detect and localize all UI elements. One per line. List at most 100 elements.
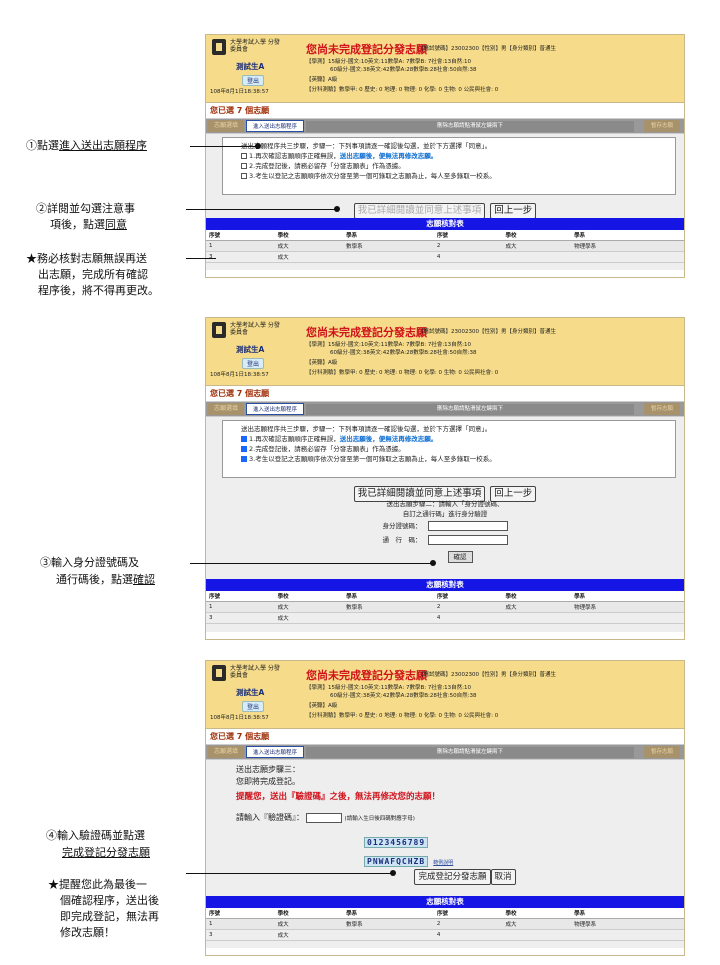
annotation-star: 即完成登記，無法再 <box>60 910 159 923</box>
col-header: 學校 <box>274 908 344 919</box>
table-cell: 成大 <box>274 601 344 613</box>
col-header: 學校 <box>274 230 344 241</box>
annotation-star: 修改志願！ <box>60 926 115 939</box>
table-row: 1 成大 數學系 2 成大 物理學系 <box>206 601 684 613</box>
table-cell <box>502 929 572 941</box>
tab-submit-process[interactable]: 進入送出志願程序 <box>246 120 304 132</box>
table-row: 3 成大 4 <box>206 251 684 263</box>
score-line: 【學測】15級分-國文:10英文:11數學A: 7數學B: 7社會:13自然:1… <box>306 59 472 65</box>
table-cell: 4 <box>433 612 503 624</box>
checkbox-1[interactable] <box>241 436 247 442</box>
step3-warning: 提醒您，送出『驗證碼』之後，無法再修改您的志願！ <box>236 792 441 802</box>
password-input[interactable] <box>427 535 508 545</box>
table-cell: 2 <box>433 918 503 930</box>
score-line: 【學測】15級分-國文:10英文:11數學A: 7數學B: 7社會:13自然:1… <box>306 685 472 691</box>
table-cell: 數學系 <box>343 918 434 930</box>
tab-submit-process[interactable]: 進入送出志願程序 <box>246 403 304 415</box>
table-cell <box>343 929 434 941</box>
org-name: 大學考試入學 分發委員會 <box>230 39 280 53</box>
button-row: 完成登記分發志願 取消 <box>206 864 684 885</box>
screen-step1: 大學考試入學 分發委員會 測試生A 登出 108年8月1日18:38:57 您尚… <box>205 34 685 278</box>
score-line: 【英聽】A級 <box>306 77 338 83</box>
tab-fill[interactable]: 志願選填 <box>208 403 244 415</box>
terms-item-highlight: 送出志願後，便無法再修改志願。 <box>339 152 438 160</box>
tab-submit-process[interactable]: 進入送出志願程序 <box>246 746 304 758</box>
confirm-row: 確認 <box>206 551 684 563</box>
col-header: 學系 <box>343 908 434 919</box>
table-cell: 3 <box>206 251 275 263</box>
table-cell: 1 <box>206 240 275 252</box>
page-title: 您尚未完成登記分發志願 <box>306 43 427 56</box>
table-row: 3 成大 4 <box>206 612 684 624</box>
back-button[interactable]: 回上一步 <box>490 203 537 219</box>
annotation-4: ④輸入驗證碼並點選 <box>46 829 145 842</box>
col-header: 學校 <box>502 230 572 241</box>
col-header: 學校 <box>502 591 572 602</box>
score-line: 60級分-國文:38英文:42數學A:28數學B:28社會:50自然:38 <box>330 67 477 73</box>
annotation-dot <box>334 206 340 212</box>
score-line: 【分科測驗】數學甲: 0 歷史: 0 地理: 0 物理: 0 化學: 0 生物:… <box>306 370 499 376</box>
table-cell: 數學系 <box>343 240 434 252</box>
col-header: 序號 <box>206 230 275 241</box>
timestamp: 108年8月1日18:38:57 <box>210 715 269 721</box>
annotation-line <box>186 258 216 259</box>
checkbox-3[interactable] <box>241 173 247 179</box>
checkbox-2[interactable] <box>241 163 247 169</box>
selected-count: 您已選 7 個志願 <box>210 106 270 115</box>
cancel-button[interactable]: 取消 <box>490 869 516 885</box>
terms-intro: 送出志願程序共三步驟，步驟一：下列事項請逐一確認後勾選，並於下方選擇「同意」。 <box>241 425 492 433</box>
user-name: 測試生A <box>236 688 265 697</box>
col-header: 學系 <box>571 230 684 241</box>
table-caption: 志願核對表 <box>206 218 684 230</box>
step3-text: 您即將完成登記。 <box>236 777 300 786</box>
tab-bar: 志願選填 進入送出志願程序 刪除志願請點滑鼠左鍵兩下 暫存志願 <box>206 118 684 133</box>
tab-fill[interactable]: 志願選填 <box>208 746 244 758</box>
tab-fill[interactable]: 志願選填 <box>208 120 244 132</box>
tab-save[interactable]: 暫存志願 <box>644 746 680 758</box>
logout-button[interactable]: 登出 <box>242 75 265 86</box>
captcha-input[interactable] <box>306 812 342 823</box>
annotation-star: 出志願，完成所有確認 <box>38 268 148 281</box>
terms-item: 3.考生以登記之志願順序依次分發至第一個可錄取之志願為止，每人至多錄取一校系。 <box>249 455 496 463</box>
id-label: 身分證號碼： <box>382 522 422 530</box>
selected-count: 您已選 7 個志願 <box>210 732 270 741</box>
terms-item: 1.再次確認志願順序正確無誤， <box>249 435 340 443</box>
agree-button[interactable]: 我已詳細閱讀並同意上述事項 <box>353 203 486 219</box>
table-cell <box>343 612 434 624</box>
col-header: 學系 <box>571 591 684 602</box>
annotation-star: ★提醒您此為最後一 <box>48 878 147 891</box>
step3-text: 送出志願步驟三： <box>236 765 300 774</box>
id-input[interactable] <box>427 521 508 531</box>
logout-button[interactable]: 登出 <box>242 701 265 712</box>
score-line: 60級分-國文:38英文:42數學A:28數學B:28社會:50自然:38 <box>330 350 477 356</box>
annotation-1: ①點選進入送出志願程序 <box>26 139 147 152</box>
confirm-button[interactable]: 確認 <box>447 551 473 563</box>
terms-item-highlight: 送出志願後，便無法再修改志願。 <box>339 435 438 443</box>
terms-box: 送出志願程序共三步驟，步驟一：下列事項請逐一確認後勾選，並於下方選擇「同意」。 … <box>222 137 676 195</box>
annotation-line <box>186 209 336 210</box>
tab-save[interactable]: 暫存志願 <box>644 403 680 415</box>
table-cell: 2 <box>433 601 503 613</box>
table-cell: 成大 <box>274 612 344 624</box>
finish-button[interactable]: 完成登記分發志願 <box>414 869 491 885</box>
col-header: 學校 <box>274 591 344 602</box>
annotation-3: 通行碼後，點選確認 <box>56 573 155 586</box>
choice-table: 序號 學校 學系 序號 學校 學系 1 成大 數學系 2 成大 物理學系 3 成… <box>206 591 684 624</box>
col-header: 序號 <box>433 591 503 602</box>
logo-icon <box>212 665 226 681</box>
tab-bar: 志願選填 進入送出志願程序 刪除志願請點滑鼠左鍵兩下 暫存志願 <box>206 744 684 759</box>
checkbox-1[interactable] <box>241 153 247 159</box>
timestamp: 108年8月1日18:38:57 <box>210 89 269 95</box>
logout-button[interactable]: 登出 <box>242 358 265 369</box>
tab-save[interactable]: 暫存志願 <box>644 120 680 132</box>
col-header: 序號 <box>206 908 275 919</box>
terms-intro: 送出志願程序共三步驟，步驟一：下列事項請逐一確認後勾選，並於下方選擇「同意」。 <box>241 142 492 150</box>
col-header: 序號 <box>433 230 503 241</box>
table-cell: 4 <box>433 251 503 263</box>
timestamp: 108年8月1日18:38:57 <box>210 372 269 378</box>
checkbox-3[interactable] <box>241 456 247 462</box>
choice-table: 序號 學校 學系 序號 學校 學系 1 成大 數學系 2 成大 物理學系 3 成… <box>206 230 684 263</box>
checkbox-2[interactable] <box>241 446 247 452</box>
table-cell: 成大 <box>274 240 344 252</box>
id-row: 身分證號碼： <box>206 521 684 531</box>
